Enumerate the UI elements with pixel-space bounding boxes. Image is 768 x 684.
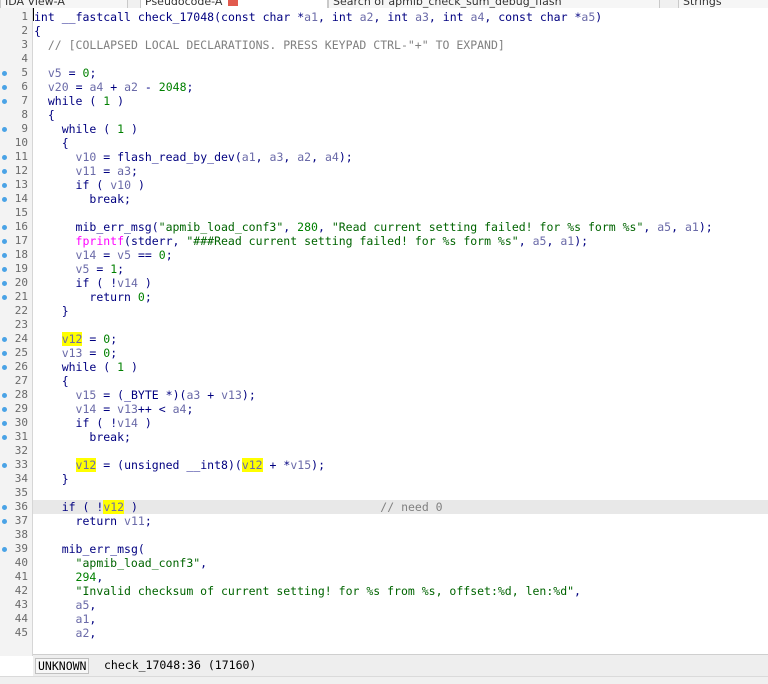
code-line[interactable]: "Invalid checksum of current setting! fo… <box>34 584 581 598</box>
code-line[interactable]: { <box>34 136 69 150</box>
line-number: 40 <box>14 556 28 569</box>
code-line[interactable]: return 0; <box>34 290 151 304</box>
code-line[interactable]: break; <box>34 192 131 206</box>
text-cursor <box>33 8 34 21</box>
breakpoint-dot-icon[interactable] <box>2 519 7 524</box>
code-line[interactable]: v12 = 0; <box>34 332 117 346</box>
code-line[interactable]: v12 = (unsigned __int8)(v12 + *v15); <box>34 458 325 472</box>
line-number: 22 <box>14 304 28 317</box>
breakpoint-dot-icon[interactable] <box>2 505 7 510</box>
tab-label: Pseudocode-A <box>145 0 223 8</box>
breakpoint-dot-icon[interactable] <box>2 99 7 104</box>
breakpoint-dot-icon[interactable] <box>2 225 7 230</box>
code-line[interactable]: v5 = 0; <box>34 66 97 80</box>
code-line[interactable]: a2, <box>34 626 97 640</box>
line-number: 23 <box>14 318 28 331</box>
breakpoint-dot-icon[interactable] <box>2 85 7 90</box>
code-line[interactable]: } <box>34 304 69 318</box>
breakpoint-dot-icon[interactable] <box>2 547 7 552</box>
code-line[interactable]: while ( 1 ) <box>34 94 124 108</box>
breakpoint-dot-icon[interactable] <box>2 365 7 370</box>
line-number-gutter: 1 2 3 4 5 6 7 8 9 10 11 12 13 14 15 16 17 18 19 20 21 22 23 24 2… <box>0 8 33 656</box>
breakpoint-dot-icon[interactable] <box>2 281 7 286</box>
code-line[interactable]: if ( !v12 ) // need 0 <box>34 500 443 514</box>
code-line[interactable]: v15 = (_BYTE *)(a3 + v13); <box>34 388 256 402</box>
line-number: 34 <box>14 472 28 485</box>
code-line[interactable]: return v11; <box>34 514 152 528</box>
line-number: 3 <box>21 38 28 51</box>
tab-label: Strings <box>683 0 722 8</box>
breakpoint-dot-icon[interactable] <box>2 407 7 412</box>
code-line[interactable]: while ( 1 ) <box>34 360 138 374</box>
line-number: 15 <box>14 206 28 219</box>
code-line[interactable]: { <box>34 24 41 38</box>
breakpoint-dot-icon[interactable] <box>2 421 7 426</box>
code-line[interactable]: a1, <box>34 612 97 626</box>
tab-label: IDA View-A <box>5 0 65 8</box>
code-line[interactable]: "apmib_load_conf3", <box>34 556 208 570</box>
code-line[interactable]: // [COLLAPSED LOCAL DECLARATIONS. PRESS … <box>34 38 505 52</box>
line-number: 43 <box>14 598 28 611</box>
breakpoint-dot-icon[interactable] <box>2 155 7 160</box>
line-number: 35 <box>14 486 28 499</box>
code-line[interactable]: v14 = v5 == 0; <box>34 248 173 262</box>
breakpoint-dot-icon[interactable] <box>2 351 7 356</box>
breakpoint-dot-icon[interactable] <box>2 267 7 272</box>
line-number: 1 <box>21 10 28 23</box>
tab-label: Search of apmib_check_sum_debug_flash <box>333 0 562 8</box>
line-number: 4 <box>21 52 28 65</box>
code-line[interactable]: while ( 1 ) <box>34 122 138 136</box>
close-icon[interactable] <box>228 0 239 6</box>
breakpoint-dot-icon[interactable] <box>2 239 7 244</box>
breakpoint-dot-icon[interactable] <box>2 71 7 76</box>
line-number: 44 <box>14 612 28 625</box>
status-unknown-label: UNKNOWN <box>35 658 90 674</box>
status-bar: UNKNOWN check_17048:36 (17160) <box>33 654 768 676</box>
code-line[interactable]: } <box>34 472 69 486</box>
status-offset: (17160) <box>207 658 257 672</box>
code-line[interactable]: v5 = 1; <box>34 262 125 276</box>
line-number: 41 <box>14 570 28 583</box>
line-number: 42 <box>14 584 28 597</box>
line-number: 45 <box>14 626 28 639</box>
code-line[interactable]: { <box>34 108 55 122</box>
line-number: 10 <box>14 136 28 149</box>
code-line[interactable]: break; <box>34 430 131 444</box>
code-line[interactable]: int __fastcall check_17048(const char *a… <box>34 10 602 24</box>
breakpoint-dot-icon[interactable] <box>2 253 7 258</box>
code-line[interactable]: { <box>34 374 69 388</box>
code-line[interactable]: mib_err_msg("apmib_load_conf3", 280, "Re… <box>34 220 713 234</box>
breakpoint-dot-icon[interactable] <box>2 337 7 342</box>
breakpoint-dot-icon[interactable] <box>2 463 7 468</box>
line-number: 2 <box>21 24 28 37</box>
code-line[interactable]: mib_err_msg( <box>34 542 145 556</box>
pseudocode-editor[interactable]: 1 2 3 4 5 6 7 8 9 10 11 12 13 14 15 16 17 18 19 20 21 22 23 24 2… <box>0 8 768 656</box>
code-line[interactable]: if ( !v14 ) <box>34 276 152 290</box>
breakpoint-dot-icon[interactable] <box>2 127 7 132</box>
breakpoint-dot-icon[interactable] <box>2 169 7 174</box>
code-line[interactable]: if ( v10 ) <box>34 178 145 192</box>
line-number: 27 <box>14 374 28 387</box>
status-function-position: check_17048:36 <box>104 658 201 672</box>
breakpoint-dot-icon[interactable] <box>2 295 7 300</box>
breakpoint-dot-icon[interactable] <box>2 197 7 202</box>
line-number: 32 <box>14 444 28 457</box>
code-line[interactable]: v20 = a4 + a2 - 2048; <box>34 80 194 94</box>
code-line[interactable]: v11 = a3; <box>34 164 138 178</box>
line-number: 38 <box>14 528 28 541</box>
line-number: 8 <box>21 108 28 121</box>
code-line[interactable]: if ( !v14 ) <box>34 416 152 430</box>
breakpoint-dot-icon[interactable] <box>2 393 7 398</box>
code-line[interactable]: fprintf(stderr, "###Read current setting… <box>34 234 589 248</box>
code-line[interactable]: v14 = v13++ < a4; <box>34 402 194 416</box>
code-line[interactable]: a5, <box>34 598 97 612</box>
code-line[interactable]: 294, <box>34 570 104 584</box>
status-position: check_17048:36 (17160) <box>104 658 256 672</box>
breakpoint-dot-icon[interactable] <box>2 183 7 188</box>
breakpoint-dot-icon[interactable] <box>2 435 7 440</box>
code-line[interactable]: v13 = 0; <box>34 346 117 360</box>
code-line[interactable]: v10 = flash_read_by_dev(a1, a3, a2, a4); <box>34 150 353 164</box>
